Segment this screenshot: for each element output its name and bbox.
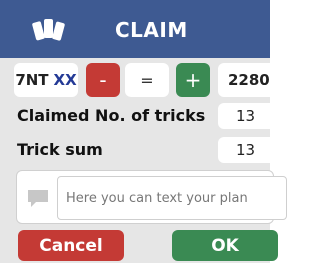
claimed-tricks-label: Claimed No. of tricks xyxy=(17,106,206,125)
chat-bubble-icon xyxy=(28,190,48,207)
plan-area xyxy=(16,170,287,224)
contract-display: 7NT XX xyxy=(14,63,78,97)
plan-input[interactable] xyxy=(57,176,287,220)
ok-button[interactable]: OK xyxy=(172,230,278,261)
increase-button[interactable]: + xyxy=(176,63,210,97)
decrease-button[interactable]: - xyxy=(86,63,120,97)
trick-sum-value: 13 xyxy=(218,137,278,163)
claim-panel: 7NT XX - = + 2280 Claimed No. of tricks … xyxy=(0,58,287,263)
score-display: 2280 xyxy=(218,63,278,97)
header-bar: CLAIM xyxy=(0,0,270,58)
claimed-tricks-value: 13 xyxy=(218,103,278,129)
trick-sum-label: Trick sum xyxy=(17,140,103,159)
cancel-button[interactable]: Cancel xyxy=(18,230,124,261)
contract-level-suit: 7NT xyxy=(15,71,49,89)
page-title: CLAIM xyxy=(115,18,188,42)
contract-modifier: XX xyxy=(53,71,77,89)
cards-icon xyxy=(32,19,65,41)
equals-button[interactable]: = xyxy=(125,63,169,97)
